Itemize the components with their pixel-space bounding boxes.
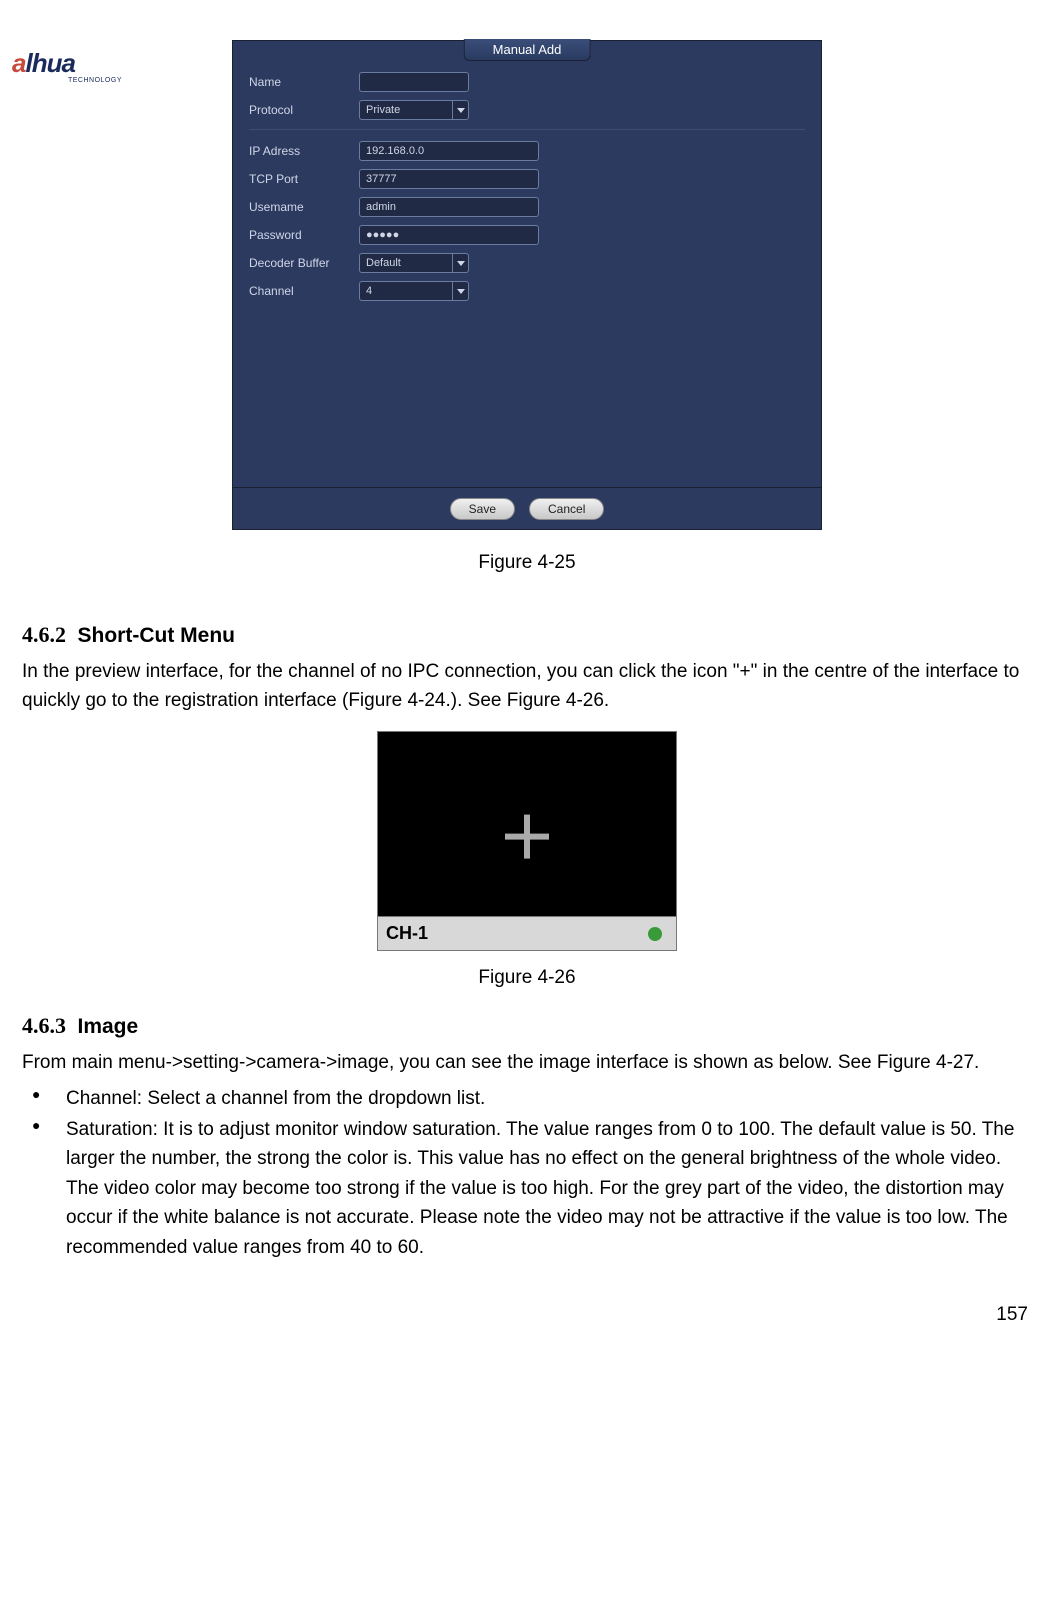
cancel-button[interactable]: Cancel <box>529 498 604 520</box>
figure-4-26: CH-1 <box>377 731 677 951</box>
chevron-down-icon <box>452 254 468 272</box>
password-label: Password <box>249 228 359 242</box>
record-indicator-icon <box>648 927 662 941</box>
page-number: 157 <box>996 1304 1028 1326</box>
channel-name: CH-1 <box>386 923 428 944</box>
paragraph-4-6-3: From main menu->setting->camera->image, … <box>22 1049 1032 1078</box>
username-label: Usemame <box>249 200 359 214</box>
ip-label: IP Adress <box>249 144 359 158</box>
list-item: Channel: Select a channel from the dropd… <box>22 1084 1032 1113</box>
name-input[interactable] <box>359 72 469 92</box>
manual-add-dialog: Manual Add Name Protocol Private IP Adre… <box>232 40 822 530</box>
channel-select[interactable]: 4 <box>359 281 469 301</box>
figure-4-25: Manual Add Name Protocol Private IP Adre… <box>232 40 822 530</box>
bullet-list: Channel: Select a channel from the dropd… <box>22 1084 1032 1263</box>
save-button[interactable]: Save <box>450 498 515 520</box>
decoder-buffer-label: Decoder Buffer <box>249 256 359 270</box>
chevron-down-icon <box>452 282 468 300</box>
password-input[interactable]: ●●●●● <box>359 225 539 245</box>
chevron-down-icon <box>452 101 468 119</box>
dialog-tab[interactable]: Manual Add <box>464 39 591 61</box>
decoder-buffer-select[interactable]: Default <box>359 253 469 273</box>
divider <box>249 129 805 130</box>
tcp-label: TCP Port <box>249 172 359 186</box>
preview-status-bar: CH-1 <box>378 916 676 950</box>
username-input[interactable]: admin <box>359 197 539 217</box>
logo: alhua TECHNOLOGY <box>12 48 122 84</box>
logo-rest: lhua <box>25 48 74 78</box>
figure-caption-4-25: Figure 4-25 <box>0 552 1054 574</box>
ip-input[interactable]: 192.168.0.0 <box>359 141 539 161</box>
figure-caption-4-26: Figure 4-26 <box>0 967 1054 989</box>
paragraph-4-6-2: In the preview interface, for the channe… <box>22 658 1032 715</box>
channel-label: Channel <box>249 284 359 298</box>
channel-preview[interactable]: CH-1 <box>377 731 677 951</box>
heading-4-6-3: 4.6.3 Image <box>22 1013 1032 1039</box>
protocol-select[interactable]: Private <box>359 100 469 120</box>
heading-4-6-2: 4.6.2 Short-Cut Menu <box>22 622 1032 648</box>
plus-icon[interactable] <box>505 815 549 859</box>
name-label: Name <box>249 75 359 89</box>
list-item: Saturation: It is to adjust monitor wind… <box>22 1115 1032 1262</box>
logo-letter-a: a <box>12 48 25 78</box>
protocol-label: Protocol <box>249 103 359 117</box>
tcp-input[interactable]: 37777 <box>359 169 539 189</box>
